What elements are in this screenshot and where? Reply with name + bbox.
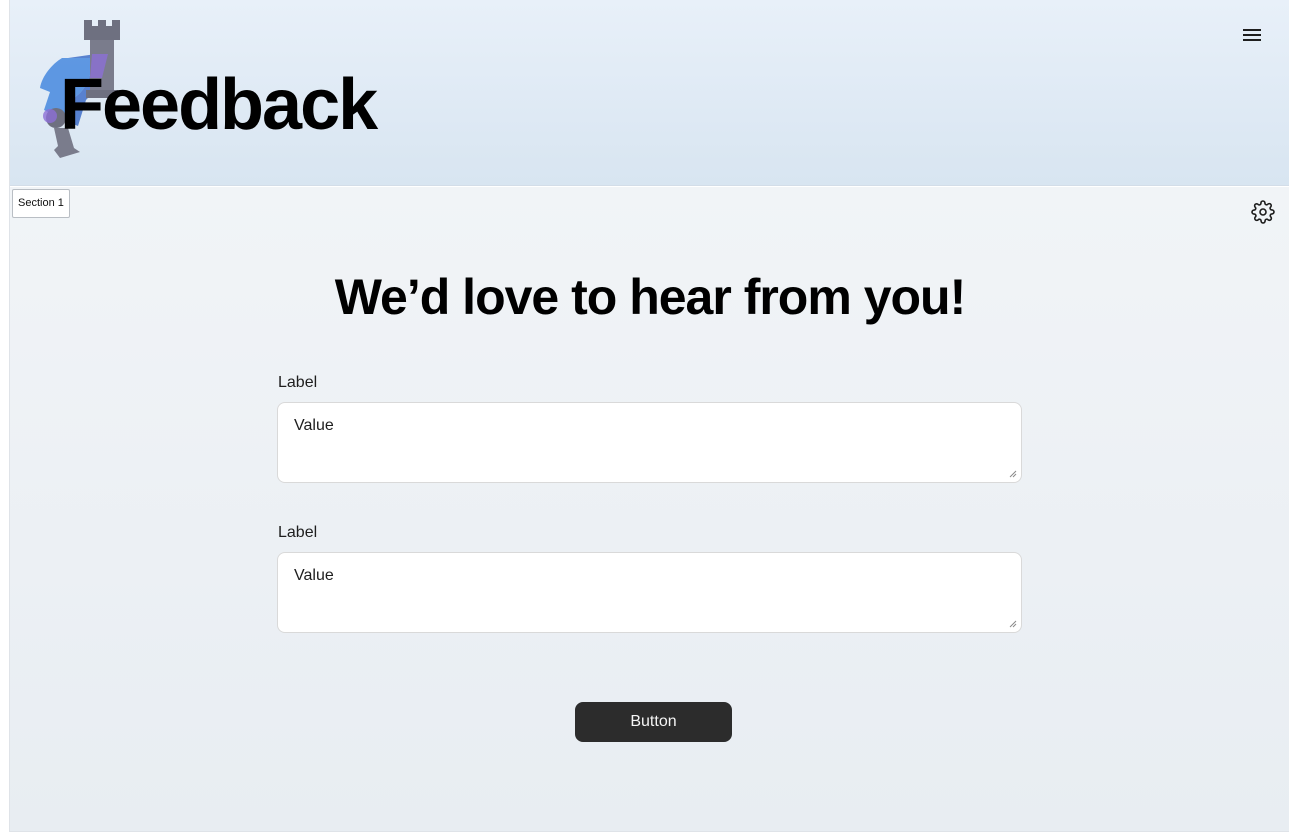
textarea-field-1[interactable]: Value xyxy=(277,402,1022,483)
page-header: Feedback xyxy=(10,0,1289,186)
page-title: Feedback xyxy=(60,65,378,145)
resize-handle-icon[interactable] xyxy=(1009,470,1017,478)
field-label-2: Label xyxy=(278,524,318,541)
resize-handle-icon[interactable] xyxy=(1009,620,1017,628)
textarea-field-2[interactable]: Value xyxy=(277,552,1022,633)
field-label-1: Label xyxy=(278,374,318,391)
hamburger-menu-icon xyxy=(1243,29,1261,41)
feedback-section: Section 1 We’d love to hear from you! La… xyxy=(10,187,1289,831)
field-value-2: Value xyxy=(294,567,334,584)
section-tag[interactable]: Section 1 xyxy=(12,189,70,218)
menu-button[interactable] xyxy=(1240,23,1264,47)
section-headline: We’d love to hear from you! xyxy=(334,269,967,325)
field-value-1: Value xyxy=(294,417,334,434)
gear-icon[interactable] xyxy=(1251,200,1275,224)
submit-button[interactable]: Button xyxy=(575,702,732,742)
app-frame: Feedback Section 1 We’d love to hear fro… xyxy=(9,0,1289,832)
